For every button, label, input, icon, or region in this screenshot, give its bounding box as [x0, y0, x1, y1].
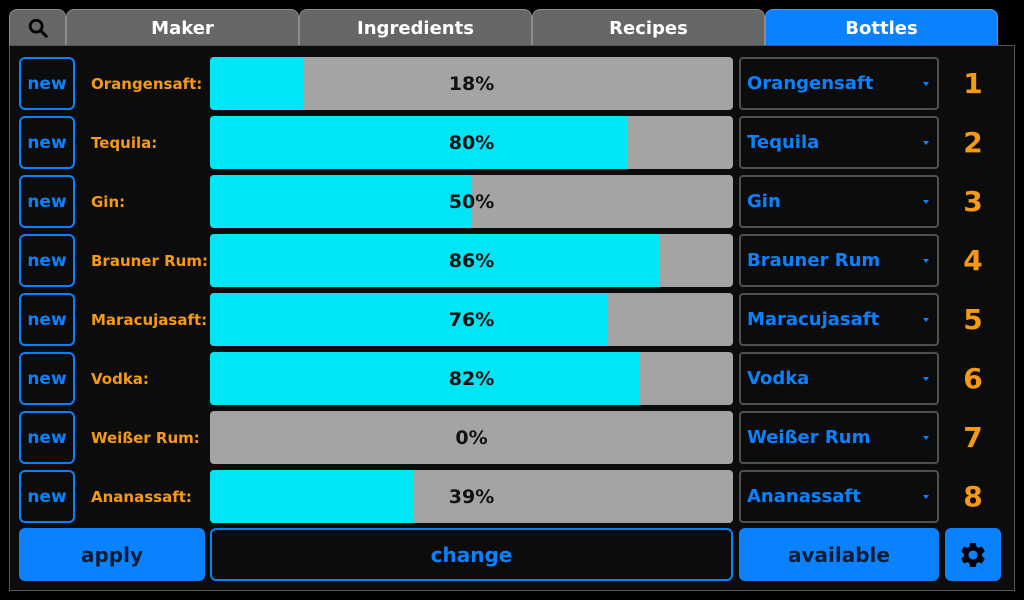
tab-ingredients[interactable]: Ingredients [299, 9, 532, 46]
settings-button[interactable] [945, 528, 1001, 581]
bottle-number: 4 [963, 244, 983, 277]
fill-level-text: 0% [455, 426, 488, 449]
ingredient-select-value: Ananassaft [747, 486, 861, 507]
ingredient-label: Tequila: [91, 133, 158, 152]
fill-level-text: 50% [448, 190, 495, 213]
fill-level-text: 39% [448, 485, 495, 508]
fill-level-text: 82% [448, 367, 495, 390]
bottle-row: new Brauner Rum: 86% Brauner Rum 4 [0, 234, 1024, 287]
fill-level-text: 86% [448, 249, 495, 272]
bottle-number: 3 [963, 185, 983, 218]
new-bottle-button[interactable]: new [19, 57, 75, 110]
new-bottle-button[interactable]: new [19, 175, 75, 228]
ingredient-label: Orangensaft: [91, 74, 203, 93]
gear-icon [961, 542, 985, 567]
ingredient-label: Gin: [91, 192, 126, 211]
new-bottle-button[interactable]: new [19, 352, 75, 405]
bottle-row: new Tequila: 80% Tequila 2 [0, 116, 1024, 169]
fill-level-bar: 80% [210, 116, 733, 169]
fill-level-bar: 0% [210, 411, 733, 464]
ingredient-select[interactable]: Gin [739, 175, 939, 228]
ingredient-select-value: Orangensaft [747, 73, 874, 94]
ingredient-select[interactable]: Vodka [739, 352, 939, 405]
bottle-row: new Ananassaft: 39% Ananassaft 8 [0, 470, 1024, 523]
fill-level-bar: 82% [210, 352, 733, 405]
ingredient-select[interactable]: Weißer Rum [739, 411, 939, 464]
ingredient-select[interactable]: Brauner Rum [739, 234, 939, 287]
ingredient-select[interactable]: Tequila [739, 116, 939, 169]
fill-level-text: 76% [448, 308, 495, 331]
ingredient-select-value: Maracujasaft [747, 309, 880, 330]
ingredient-label: Ananassaft: [91, 487, 192, 506]
dropdown-caret-icon [923, 494, 929, 499]
bottle-row: new Maracujasaft: 76% Maracujasaft 5 [0, 293, 1024, 346]
tab-recipes[interactable]: Recipes [532, 9, 765, 46]
tab-maker[interactable]: Maker [66, 9, 299, 46]
ingredient-label: Vodka: [91, 369, 149, 388]
ingredient-select[interactable]: Orangensaft [739, 57, 939, 110]
fill-level-text: 18% [448, 72, 495, 95]
dropdown-caret-icon [923, 199, 929, 204]
fill-level-bar: 39% [210, 470, 733, 523]
ingredient-select[interactable]: Ananassaft [739, 470, 939, 523]
new-bottle-button[interactable]: new [19, 293, 75, 346]
tab-bar: Maker Ingredients Recipes Bottles [0, 0, 1024, 46]
dropdown-caret-icon [923, 317, 929, 322]
new-bottle-button[interactable]: new [19, 234, 75, 287]
bottle-row: new Gin: 50% Gin 3 [0, 175, 1024, 228]
tab-search[interactable] [9, 9, 66, 46]
new-bottle-button[interactable]: new [19, 411, 75, 464]
fill-level-bar: 86% [210, 234, 733, 287]
dropdown-caret-icon [923, 435, 929, 440]
ingredient-select-value: Brauner Rum [747, 250, 881, 271]
available-button[interactable]: available [739, 528, 939, 581]
bottle-number: 5 [963, 303, 983, 336]
new-bottle-button[interactable]: new [19, 116, 75, 169]
ingredient-select-value: Weißer Rum [747, 427, 871, 448]
dropdown-caret-icon [923, 376, 929, 381]
bottle-row: new Vodka: 82% Vodka 6 [0, 352, 1024, 405]
new-bottle-button[interactable]: new [19, 470, 75, 523]
bottle-number: 1 [963, 67, 983, 100]
dropdown-caret-icon [923, 81, 929, 86]
dropdown-caret-icon [923, 140, 929, 145]
tab-bottles[interactable]: Bottles [765, 9, 998, 46]
ingredient-label: Maracujasaft: [91, 310, 208, 329]
ingredient-select[interactable]: Maracujasaft [739, 293, 939, 346]
ingredient-select-value: Tequila [747, 132, 820, 153]
bottle-number: 2 [963, 126, 983, 159]
bottle-number: 6 [963, 362, 983, 395]
dropdown-caret-icon [923, 258, 929, 263]
change-button[interactable]: change [210, 528, 733, 581]
apply-button[interactable]: apply [19, 528, 205, 581]
fill-level-bar: 18% [210, 57, 733, 110]
ingredient-select-value: Vodka [747, 368, 810, 389]
bottle-number: 8 [963, 480, 983, 513]
ingredient-label: Brauner Rum: [91, 251, 208, 270]
bottle-number: 7 [963, 421, 983, 454]
ingredient-label: Weißer Rum: [91, 428, 200, 447]
bottle-row: new Orangensaft: 18% Orangensaft 1 [0, 57, 1024, 110]
bottle-row: new Weißer Rum: 0% Weißer Rum 7 [0, 411, 1024, 464]
ingredient-select-value: Gin [747, 191, 781, 212]
fill-level-text: 80% [448, 131, 495, 154]
search-icon [28, 18, 48, 38]
fill-level-bar: 50% [210, 175, 733, 228]
fill-level-bar: 76% [210, 293, 733, 346]
